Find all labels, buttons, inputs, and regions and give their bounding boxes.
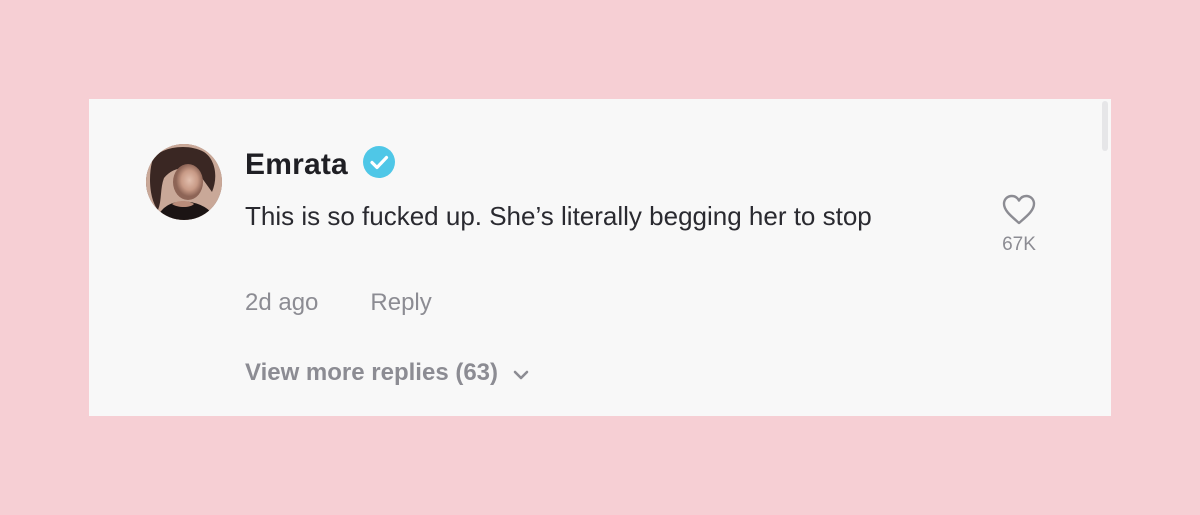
chevron-down-icon	[510, 364, 532, 386]
avatar-photo	[146, 144, 222, 220]
comment-text: This is so fucked up. She’s literally be…	[245, 201, 872, 231]
timestamp: 2d ago	[245, 289, 319, 316]
comment-card: Emrata This is so fucked up. She’s liter…	[89, 99, 1111, 416]
heart-icon[interactable]	[1000, 191, 1038, 229]
like-block: 67K	[984, 191, 1054, 257]
username-row: Emrata	[245, 145, 396, 185]
comment-meta: 2d ago Reply	[245, 289, 432, 317]
username[interactable]: Emrata	[245, 145, 348, 185]
reply-button[interactable]: Reply	[370, 289, 431, 317]
scrollbar[interactable]	[1102, 101, 1108, 151]
avatar[interactable]	[146, 144, 222, 220]
view-more-replies-button[interactable]: View more replies (63)	[245, 359, 532, 387]
verified-check-icon	[362, 145, 396, 179]
view-more-replies-label: View more replies (63)	[245, 359, 499, 386]
like-count: 67K	[1002, 234, 1036, 255]
